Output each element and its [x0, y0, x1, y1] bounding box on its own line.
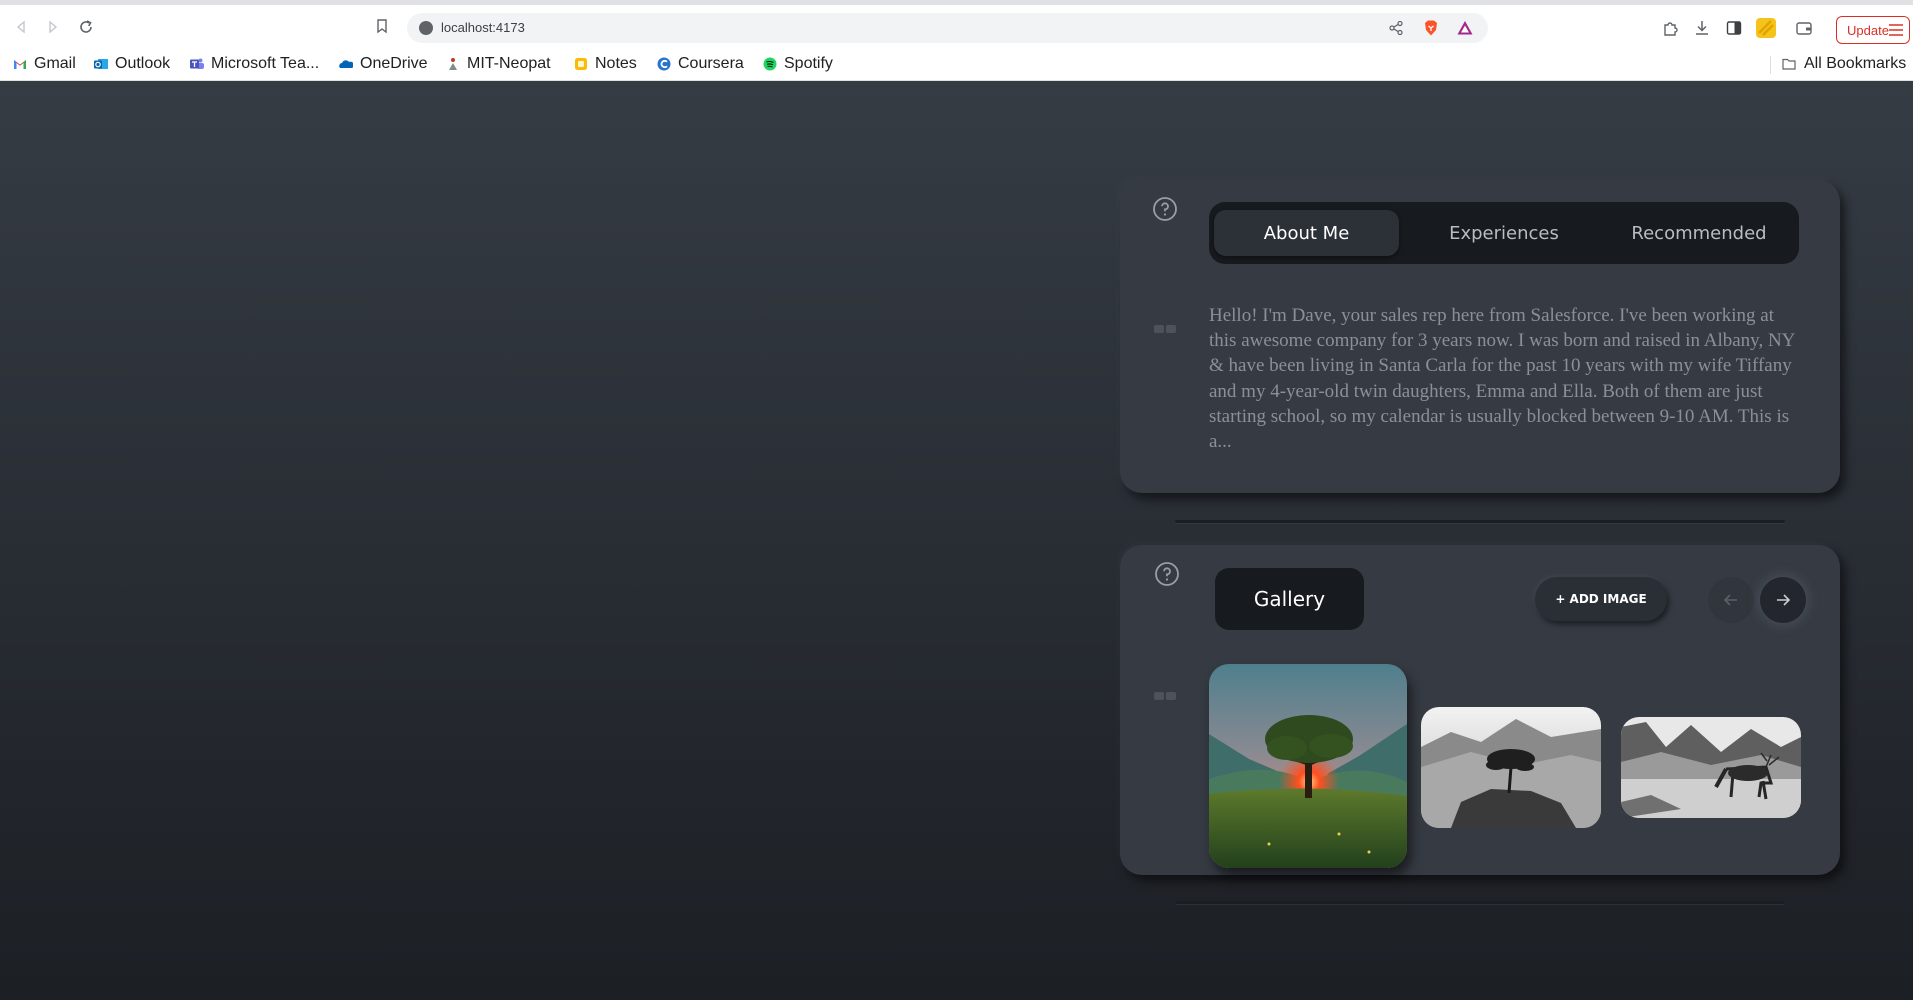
- bookmark-label: Coursera: [678, 55, 744, 72]
- spotify-icon: [763, 57, 777, 71]
- forward-button[interactable]: [41, 15, 65, 39]
- bookmark-page-icon[interactable]: [374, 18, 390, 34]
- onedrive-icon: [339, 60, 353, 68]
- folder-icon: [1782, 58, 1796, 70]
- url-text: localhost:4173: [441, 20, 525, 35]
- site-info-icon[interactable]: [419, 21, 433, 35]
- about-me-text: Hello! I'm Dave, your sales rep here fro…: [1209, 305, 1795, 453]
- bookmark-spotify[interactable]: Spotify: [763, 54, 833, 74]
- gallery-card: Gallery + ADD IMAGE: [1120, 545, 1840, 875]
- update-label: Update: [1847, 22, 1889, 38]
- coursera-icon: [657, 57, 671, 71]
- gallery-next-button[interactable]: [1760, 577, 1806, 623]
- add-image-button[interactable]: + ADD IMAGE: [1535, 577, 1667, 621]
- bookmark-label: Outlook: [115, 55, 171, 72]
- bookmark-label: Gmail: [34, 55, 76, 72]
- address-bar[interactable]: localhost:4173: [407, 13, 1488, 43]
- bookmark-outlook[interactable]: Outlook: [94, 54, 170, 74]
- bookmarks-divider: [1770, 56, 1771, 74]
- gallery-prev-button[interactable]: [1708, 577, 1754, 623]
- forward-arrow-icon: [49, 20, 58, 34]
- browser-toolbar: localhost:4173 Update: [0, 5, 1913, 47]
- tab-recommended[interactable]: Recommended: [1604, 210, 1794, 256]
- wallet-icon[interactable]: [1795, 19, 1813, 37]
- reload-icon: [80, 20, 92, 33]
- about-card: About Me Experiences Recommended Hello! …: [1120, 180, 1840, 493]
- gmail-icon: [14, 60, 26, 69]
- bookmark-notes[interactable]: Notes: [574, 54, 637, 74]
- bookmarks-bar: Gmail Outlook Microsoft Tea... OneDrive …: [0, 47, 1913, 81]
- back-button[interactable]: [9, 15, 33, 39]
- tree-rock-bw-image: [1421, 707, 1601, 828]
- gallery-image-deer-lake[interactable]: [1621, 717, 1801, 818]
- neopat-icon: [449, 58, 457, 70]
- bookmark-label: Spotify: [784, 55, 833, 72]
- outlook-icon: [94, 59, 108, 69]
- wallet-extension-icon[interactable]: [1755, 17, 1777, 39]
- bookmark-coursera[interactable]: Coursera: [657, 54, 744, 74]
- share-icon[interactable]: [1388, 20, 1404, 36]
- section-divider: [1175, 901, 1785, 904]
- tab-experiences[interactable]: Experiences: [1409, 210, 1599, 256]
- notes-icon: [575, 58, 587, 70]
- bookmark-label: Microsoft Tea...: [211, 55, 320, 72]
- bookmark-label: MIT-Neopat: [467, 55, 551, 72]
- drag-handle-icon[interactable]: [1154, 692, 1176, 702]
- brave-shield-icon[interactable]: [1422, 19, 1440, 37]
- bookmark-microsoft-teams[interactable]: Microsoft Tea...: [190, 54, 319, 74]
- gallery-image-tree-sunset[interactable]: [1209, 664, 1407, 868]
- teams-icon: [190, 58, 204, 69]
- all-bookmarks-button[interactable]: All Bookmarks: [1781, 54, 1906, 74]
- extensions-icon[interactable]: [1661, 19, 1679, 37]
- tab-about-me[interactable]: About Me: [1214, 210, 1399, 256]
- page-background: About Me Experiences Recommended Hello! …: [0, 81, 1913, 1000]
- gallery-image-tree-rock[interactable]: [1421, 707, 1601, 828]
- help-icon[interactable]: [1152, 196, 1178, 222]
- menu-icon: [1889, 24, 1903, 36]
- update-button[interactable]: Update: [1836, 16, 1910, 44]
- brave-rewards-icon[interactable]: [1456, 19, 1474, 37]
- reload-button[interactable]: [74, 15, 98, 39]
- help-icon[interactable]: [1154, 561, 1180, 587]
- arrow-left-icon: [1723, 594, 1737, 606]
- download-icon[interactable]: [1693, 19, 1711, 37]
- back-arrow-icon: [16, 20, 25, 34]
- drag-handle-icon[interactable]: [1154, 325, 1176, 335]
- bookmark-mit-neopat[interactable]: MIT-Neopat: [446, 54, 551, 74]
- bookmark-label: Notes: [595, 55, 637, 72]
- deer-lake-bw-image: [1621, 717, 1801, 818]
- arrow-right-icon: [1777, 594, 1791, 606]
- bookmark-label: OneDrive: [360, 55, 428, 72]
- gallery-title: Gallery: [1215, 568, 1364, 630]
- bookmark-gmail[interactable]: Gmail: [13, 54, 76, 74]
- bookmark-onedrive[interactable]: OneDrive: [339, 54, 428, 74]
- about-tabs: About Me Experiences Recommended: [1209, 202, 1799, 264]
- sidebar-toggle-icon[interactable]: [1725, 19, 1743, 37]
- tree-sunset-image: [1209, 664, 1407, 868]
- section-divider: [1175, 520, 1785, 523]
- all-bookmarks-label: All Bookmarks: [1804, 55, 1907, 72]
